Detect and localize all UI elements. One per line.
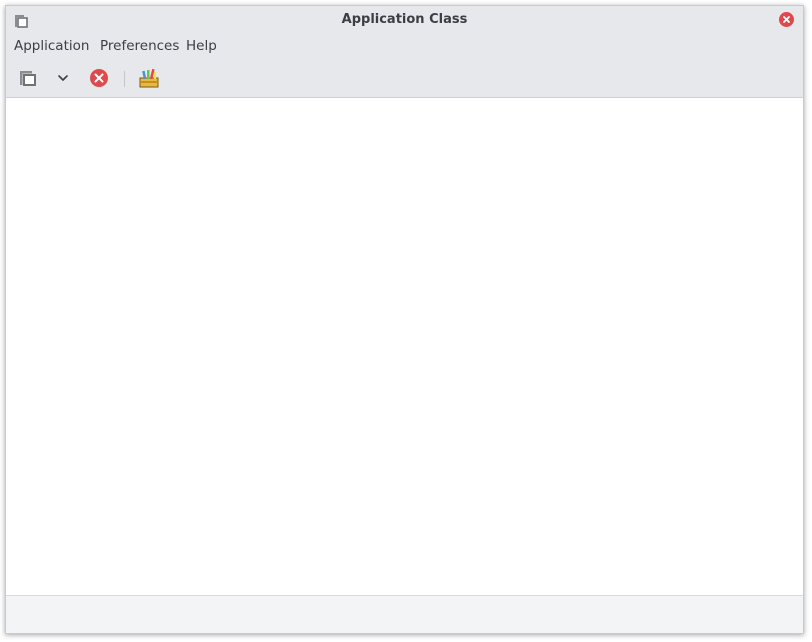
toolbox-icon[interactable]	[138, 67, 160, 89]
window-stack-icon[interactable]	[17, 67, 39, 89]
close-icon[interactable]	[779, 12, 794, 27]
chevron-down-icon[interactable]	[52, 67, 74, 89]
application-window: Application Class Application Preference…	[5, 5, 804, 634]
menu-help[interactable]: Help	[186, 38, 217, 54]
status-bar	[6, 595, 803, 633]
main-content-area	[6, 98, 803, 595]
menu-application[interactable]: Application	[14, 38, 89, 54]
menu-bar: Application Preferences Help	[6, 33, 803, 59]
toolbar-separator	[124, 71, 125, 87]
window-title: Application Class	[341, 12, 468, 27]
toolbar	[6, 59, 803, 98]
menu-preferences[interactable]: Preferences	[100, 38, 179, 54]
stop-icon[interactable]	[88, 67, 110, 89]
title-bar[interactable]: Application Class	[6, 6, 803, 33]
